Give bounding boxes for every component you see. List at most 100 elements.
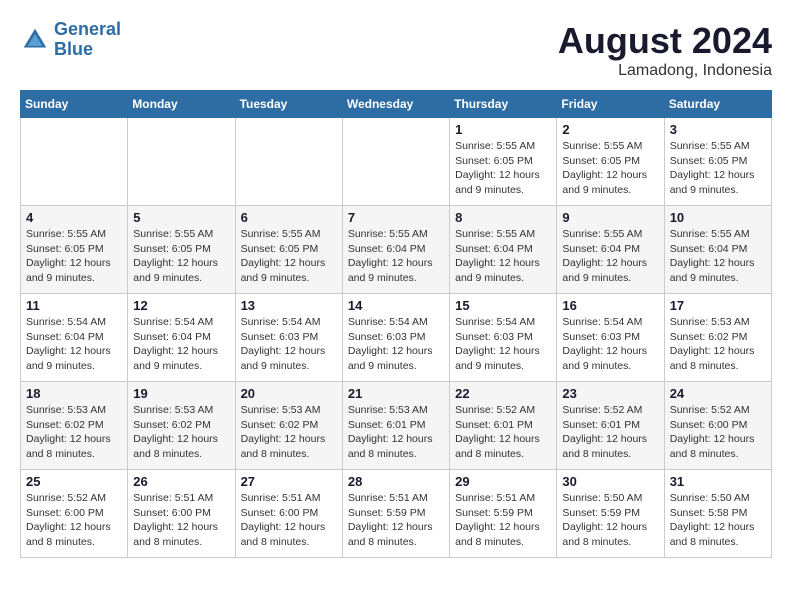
calendar-cell: 14Sunrise: 5:54 AM Sunset: 6:03 PM Dayli… <box>342 294 449 382</box>
logo-icon <box>20 25 50 55</box>
day-info: Sunrise: 5:54 AM Sunset: 6:03 PM Dayligh… <box>241 315 337 374</box>
calendar-cell: 28 Sunrise: 5:51 AM Sunset: 5:59 PM Dayli… <box>342 470 449 558</box>
calendar-cell: 13 Sunrise: 5:54 AM Sunset: 6:03 PM Dayli… <box>235 294 342 382</box>
calendar-cell: 11Sunrise: 5:54 AM Sunset: 6:04 PM Dayli… <box>21 294 128 382</box>
calendar-cell: 1 Sunrise: 5:55 AM Sunset: 6:05 PM Daylig… <box>450 118 557 206</box>
month-year: August 2024 <box>558 20 772 62</box>
day-info: Sunrise: 5:53 AM Sunset: 6:02 PM Dayligh… <box>241 403 337 462</box>
title-block: August 2024 Lamadong, Indonesia <box>558 20 772 80</box>
day-number: 27 <box>241 474 337 489</box>
calendar-cell: 31 Sunrise: 5:50 AM Sunset: 5:58 PM Dayli… <box>664 470 771 558</box>
day-info: Sunrise: 5:55 AM Sunset: 6:05 PM Dayligh… <box>241 227 337 286</box>
day-info: Sunrise: 5:51 AM Sunset: 5:59 PM Dayligh… <box>455 491 551 550</box>
day-info: Sunrise: 5:53 AM Sunset: 6:01 PM Dayligh… <box>348 403 444 462</box>
day-info: Sunrise: 5:51 AM Sunset: 5:59 PM Dayligh… <box>348 491 444 550</box>
day-info: Sunrise: 5:54 AM Sunset: 6:04 PM Dayligh… <box>133 315 229 374</box>
day-info: Sunrise: 5:55 AM Sunset: 6:04 PM Dayligh… <box>455 227 551 286</box>
calendar-cell: 10 Sunrise: 5:55 AM Sunset: 6:04 PM Dayli… <box>664 206 771 294</box>
day-info: Sunrise: 5:55 AM Sunset: 6:05 PM Dayligh… <box>26 227 122 286</box>
day-number: 11 <box>26 298 122 313</box>
calendar-cell: 27 Sunrise: 5:51 AM Sunset: 6:00 PM Dayli… <box>235 470 342 558</box>
day-number: 22 <box>455 386 551 401</box>
logo-line2: Blue <box>54 39 93 59</box>
header-monday: Monday <box>128 91 235 118</box>
day-info: Sunrise: 5:55 AM Sunset: 6:04 PM Dayligh… <box>562 227 658 286</box>
header-saturday: Saturday <box>664 91 771 118</box>
calendar-cell: 7Sunrise: 5:55 AM Sunset: 6:04 PM Daylig… <box>342 206 449 294</box>
day-number: 15 <box>455 298 551 313</box>
day-info: Sunrise: 5:53 AM Sunset: 6:02 PM Dayligh… <box>26 403 122 462</box>
calendar-table: SundayMondayTuesdayWednesdayThursdayFrid… <box>20 90 772 558</box>
day-number: 26 <box>133 474 229 489</box>
day-info: Sunrise: 5:55 AM Sunset: 6:04 PM Dayligh… <box>348 227 444 286</box>
day-info: Sunrise: 5:50 AM Sunset: 5:58 PM Dayligh… <box>670 491 766 550</box>
week-row-0: 1 Sunrise: 5:55 AM Sunset: 6:05 PM Daylig… <box>21 118 772 206</box>
day-number: 16 <box>562 298 658 313</box>
calendar-cell: 3 Sunrise: 5:55 AM Sunset: 6:05 PM Daylig… <box>664 118 771 206</box>
day-number: 4 <box>26 210 122 225</box>
day-info: Sunrise: 5:52 AM Sunset: 6:01 PM Dayligh… <box>562 403 658 462</box>
calendar-cell: 15Sunrise: 5:54 AM Sunset: 6:03 PM Dayli… <box>450 294 557 382</box>
calendar-cell: 26Sunrise: 5:51 AM Sunset: 6:00 PM Dayli… <box>128 470 235 558</box>
day-number: 30 <box>562 474 658 489</box>
calendar-cell: 6 Sunrise: 5:55 AM Sunset: 6:05 PM Daylig… <box>235 206 342 294</box>
day-number: 25 <box>26 474 122 489</box>
calendar-cell <box>342 118 449 206</box>
day-info: Sunrise: 5:55 AM Sunset: 6:05 PM Dayligh… <box>455 139 551 198</box>
calendar-cell: 16 Sunrise: 5:54 AM Sunset: 6:03 PM Dayli… <box>557 294 664 382</box>
calendar-cell <box>21 118 128 206</box>
calendar-cell: 20 Sunrise: 5:53 AM Sunset: 6:02 PM Dayli… <box>235 382 342 470</box>
day-number: 31 <box>670 474 766 489</box>
calendar-cell: 17 Sunrise: 5:53 AM Sunset: 6:02 PM Dayli… <box>664 294 771 382</box>
calendar-cell: 30Sunrise: 5:50 AM Sunset: 5:59 PM Dayli… <box>557 470 664 558</box>
day-number: 18 <box>26 386 122 401</box>
day-number: 14 <box>348 298 444 313</box>
header-tuesday: Tuesday <box>235 91 342 118</box>
week-row-4: 25 Sunrise: 5:52 AM Sunset: 6:00 PM Dayli… <box>21 470 772 558</box>
day-number: 5 <box>133 210 229 225</box>
calendar-cell: 12 Sunrise: 5:54 AM Sunset: 6:04 PM Dayli… <box>128 294 235 382</box>
day-number: 13 <box>241 298 337 313</box>
day-info: Sunrise: 5:54 AM Sunset: 6:03 PM Dayligh… <box>562 315 658 374</box>
calendar-cell: 5Sunrise: 5:55 AM Sunset: 6:05 PM Daylig… <box>128 206 235 294</box>
day-number: 1 <box>455 122 551 137</box>
calendar-cell: 18 Sunrise: 5:53 AM Sunset: 6:02 PM Dayli… <box>21 382 128 470</box>
day-info: Sunrise: 5:52 AM Sunset: 6:01 PM Dayligh… <box>455 403 551 462</box>
day-info: Sunrise: 5:55 AM Sunset: 6:05 PM Dayligh… <box>670 139 766 198</box>
calendar-cell: 24Sunrise: 5:52 AM Sunset: 6:00 PM Dayli… <box>664 382 771 470</box>
calendar-cell: 9Sunrise: 5:55 AM Sunset: 6:04 PM Daylig… <box>557 206 664 294</box>
day-info: Sunrise: 5:55 AM Sunset: 6:04 PM Dayligh… <box>670 227 766 286</box>
logo-line1: General <box>54 19 121 39</box>
day-info: Sunrise: 5:51 AM Sunset: 6:00 PM Dayligh… <box>241 491 337 550</box>
day-number: 2 <box>562 122 658 137</box>
day-number: 21 <box>348 386 444 401</box>
day-number: 23 <box>562 386 658 401</box>
header-sunday: Sunday <box>21 91 128 118</box>
day-number: 3 <box>670 122 766 137</box>
location: Lamadong, Indonesia <box>558 62 772 80</box>
day-number: 8 <box>455 210 551 225</box>
calendar-cell: 23 Sunrise: 5:52 AM Sunset: 6:01 PM Dayli… <box>557 382 664 470</box>
day-number: 17 <box>670 298 766 313</box>
week-row-1: 4 Sunrise: 5:55 AM Sunset: 6:05 PM Daylig… <box>21 206 772 294</box>
header-thursday: Thursday <box>450 91 557 118</box>
calendar-cell <box>128 118 235 206</box>
day-number: 20 <box>241 386 337 401</box>
day-info: Sunrise: 5:52 AM Sunset: 6:00 PM Dayligh… <box>26 491 122 550</box>
day-info: Sunrise: 5:53 AM Sunset: 6:02 PM Dayligh… <box>133 403 229 462</box>
day-number: 6 <box>241 210 337 225</box>
day-number: 10 <box>670 210 766 225</box>
logo: General Blue <box>20 20 121 60</box>
calendar-cell: 8 Sunrise: 5:55 AM Sunset: 6:04 PM Daylig… <box>450 206 557 294</box>
calendar-cell: 4 Sunrise: 5:55 AM Sunset: 6:05 PM Daylig… <box>21 206 128 294</box>
calendar-cell: 21 Sunrise: 5:53 AM Sunset: 6:01 PM Dayli… <box>342 382 449 470</box>
calendar-cell: 19Sunrise: 5:53 AM Sunset: 6:02 PM Dayli… <box>128 382 235 470</box>
day-info: Sunrise: 5:52 AM Sunset: 6:00 PM Dayligh… <box>670 403 766 462</box>
day-number: 12 <box>133 298 229 313</box>
header-friday: Friday <box>557 91 664 118</box>
day-number: 28 <box>348 474 444 489</box>
page-header: General Blue August 2024 Lamadong, Indon… <box>20 20 772 80</box>
day-info: Sunrise: 5:53 AM Sunset: 6:02 PM Dayligh… <box>670 315 766 374</box>
calendar-cell: 29Sunrise: 5:51 AM Sunset: 5:59 PM Dayli… <box>450 470 557 558</box>
day-info: Sunrise: 5:55 AM Sunset: 6:05 PM Dayligh… <box>562 139 658 198</box>
